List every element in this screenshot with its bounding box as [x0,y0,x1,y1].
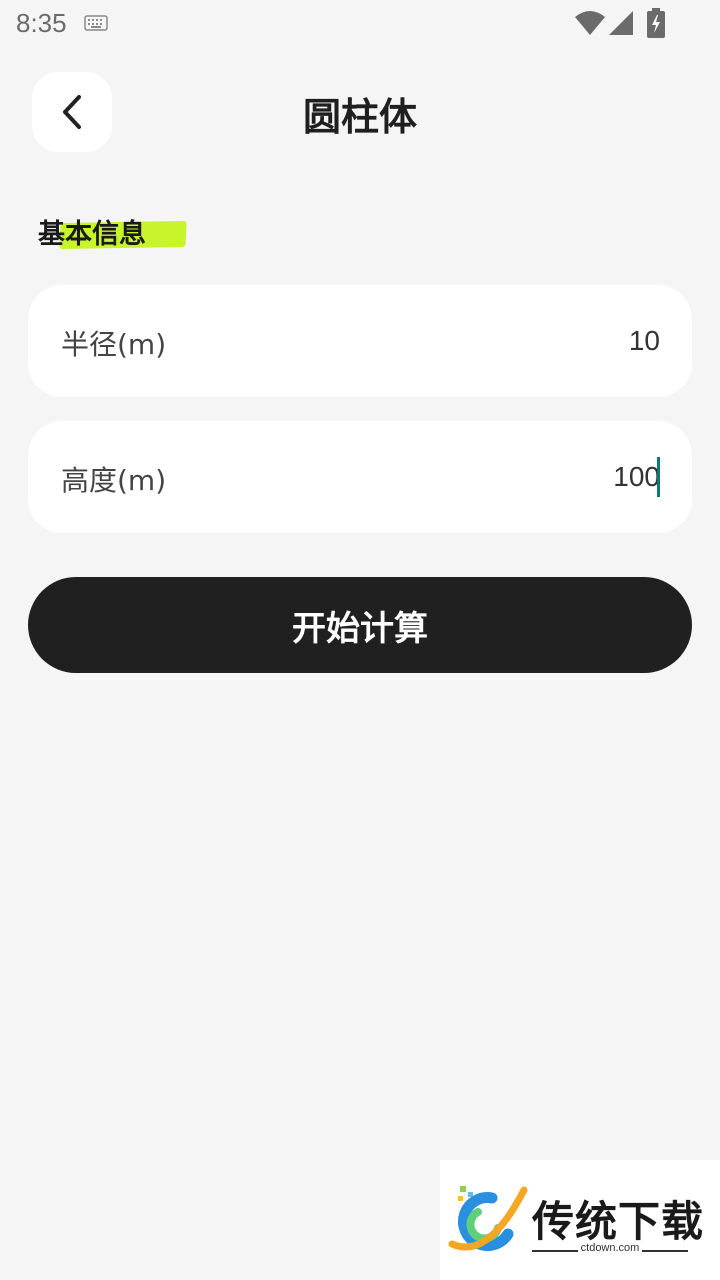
height-input[interactable] [400,451,660,503]
watermark-divider-left [532,1250,578,1252]
wifi-icon [575,11,605,35]
radius-input[interactable] [400,315,660,367]
radius-field[interactable]: 半径(m) [28,285,692,397]
ctdown-logo-icon [448,1186,528,1252]
height-field[interactable]: 高度(m) [28,421,692,533]
text-caret [657,457,660,497]
status-bar: 8:35 [0,0,720,48]
status-time: 8:35 [16,8,67,38]
keyboard-icon [84,15,108,31]
calculate-button[interactable]: 开始计算 [28,577,692,673]
radius-label: 半径(m) [61,328,167,361]
section-header: 基本信息 [38,212,187,252]
watermark: 传统下载 ctdown.com [440,1160,720,1280]
signal-icon [609,11,633,35]
watermark-divider-right [642,1250,688,1252]
page-title: 圆柱体 [302,95,417,139]
watermark-brand: 传统下载 [532,1197,705,1246]
battery-icon [647,8,665,38]
section-title: 基本信息 [38,219,146,250]
height-label: 高度(m) [61,464,167,497]
watermark-domain: ctdown.com [580,1242,640,1254]
